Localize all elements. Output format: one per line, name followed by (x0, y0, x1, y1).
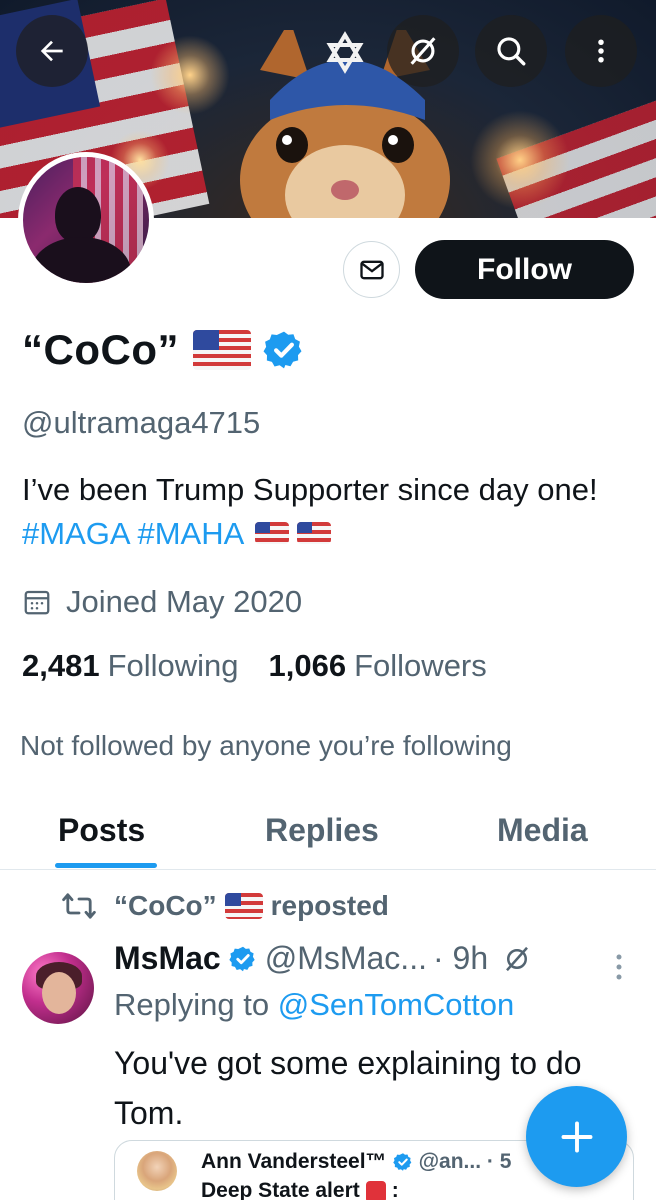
tab-posts[interactable]: Posts (58, 812, 145, 849)
more-vertical-icon (598, 39, 604, 63)
active-tab-indicator (55, 863, 157, 868)
repost-name[interactable]: “CoCo” (114, 890, 217, 922)
profile-name-row: “CoCo” (22, 326, 305, 374)
verified-badge-icon[interactable] (263, 329, 305, 371)
joined-date: Joined May 2020 (22, 584, 302, 620)
profile-bio: I’ve been Trump Supporter since day one!… (22, 468, 642, 556)
bio-text: I’ve been Trump Supporter since day one! (22, 472, 598, 507)
following-link[interactable]: 2,481 Following (22, 648, 239, 684)
following-count: 2,481 (22, 648, 100, 683)
post-time[interactable]: · 9h (433, 940, 488, 977)
post-author-handle[interactable]: @MsMac... (265, 940, 427, 977)
quote-text: Deep State alert (201, 1179, 360, 1200)
us-flag-icon (192, 330, 251, 370)
grok-button[interactable] (387, 15, 459, 87)
joined-text: Joined May 2020 (66, 584, 303, 619)
post-author-avatar[interactable] (22, 952, 94, 1024)
replying-to: Replying to @SenTomCotton (114, 987, 514, 1023)
quote-author-handle: @an... · 5 (418, 1150, 512, 1173)
verified-badge-icon (229, 946, 255, 971)
post-header: MsMac @MsMac... · 9h (114, 940, 532, 977)
us-flag-icon (297, 522, 332, 544)
replying-prefix: Replying to (114, 987, 278, 1022)
avatar-silhouette (55, 187, 101, 243)
avatar-face (42, 972, 76, 1014)
quote-text-suffix: : (391, 1179, 399, 1200)
plus-icon (561, 1121, 592, 1152)
quote-text-row: Deep State alert : (201, 1179, 399, 1200)
not-followed-notice: Not followed by anyone you’re following (20, 730, 512, 761)
following-label: Following (107, 648, 239, 683)
follow-button[interactable]: Follow (415, 240, 634, 299)
banner-firework (150, 35, 230, 115)
profile-handle: @ultramaga4715 (22, 405, 261, 440)
compose-post-button[interactable] (526, 1086, 627, 1187)
calendar-icon (24, 590, 50, 615)
mail-icon (359, 260, 384, 279)
replying-to-link[interactable]: @SenTomCotton (278, 987, 515, 1022)
verified-badge-icon (392, 1153, 411, 1171)
more-options-button[interactable] (565, 15, 637, 87)
repost-indicator: “CoCo” reposted (62, 890, 389, 922)
arrow-left-icon (40, 40, 63, 62)
followers-link[interactable]: 1,066 Followers (269, 648, 487, 684)
tab-replies[interactable]: Replies (265, 812, 379, 849)
followers-count: 1,066 (268, 648, 347, 683)
banner-firework (470, 110, 570, 210)
hashtag-maha[interactable]: #MAHA (137, 516, 242, 551)
siren-icon (365, 1181, 386, 1200)
quote-header: Ann Vandersteel™ @an... · 5 (201, 1150, 511, 1174)
followers-label: Followers (354, 648, 487, 683)
follow-stats: 2,481 Following 1,066 Followers (22, 648, 487, 684)
repost-icon (62, 893, 96, 919)
search-icon (497, 37, 526, 66)
quote-author-avatar (137, 1151, 177, 1191)
search-button[interactable] (475, 15, 547, 87)
grok-icon (410, 37, 436, 65)
tab-media[interactable]: Media (497, 812, 588, 849)
repost-label: reposted (270, 890, 389, 921)
hashtag-maga[interactable]: #MAGA (22, 516, 129, 551)
display-name: “CoCo” (22, 326, 179, 373)
post-more-icon[interactable] (611, 952, 627, 982)
profile-avatar[interactable] (18, 152, 154, 288)
grok-icon[interactable] (502, 944, 532, 974)
message-button[interactable] (343, 241, 400, 298)
us-flag-icon (224, 893, 263, 919)
profile-tabs: Posts Replies Media (0, 790, 656, 870)
us-flag-icon (255, 522, 290, 544)
post-author-name[interactable]: MsMac (114, 940, 221, 977)
quote-author-name: Ann Vandersteel™ (201, 1150, 387, 1173)
back-button[interactable] (16, 15, 88, 87)
